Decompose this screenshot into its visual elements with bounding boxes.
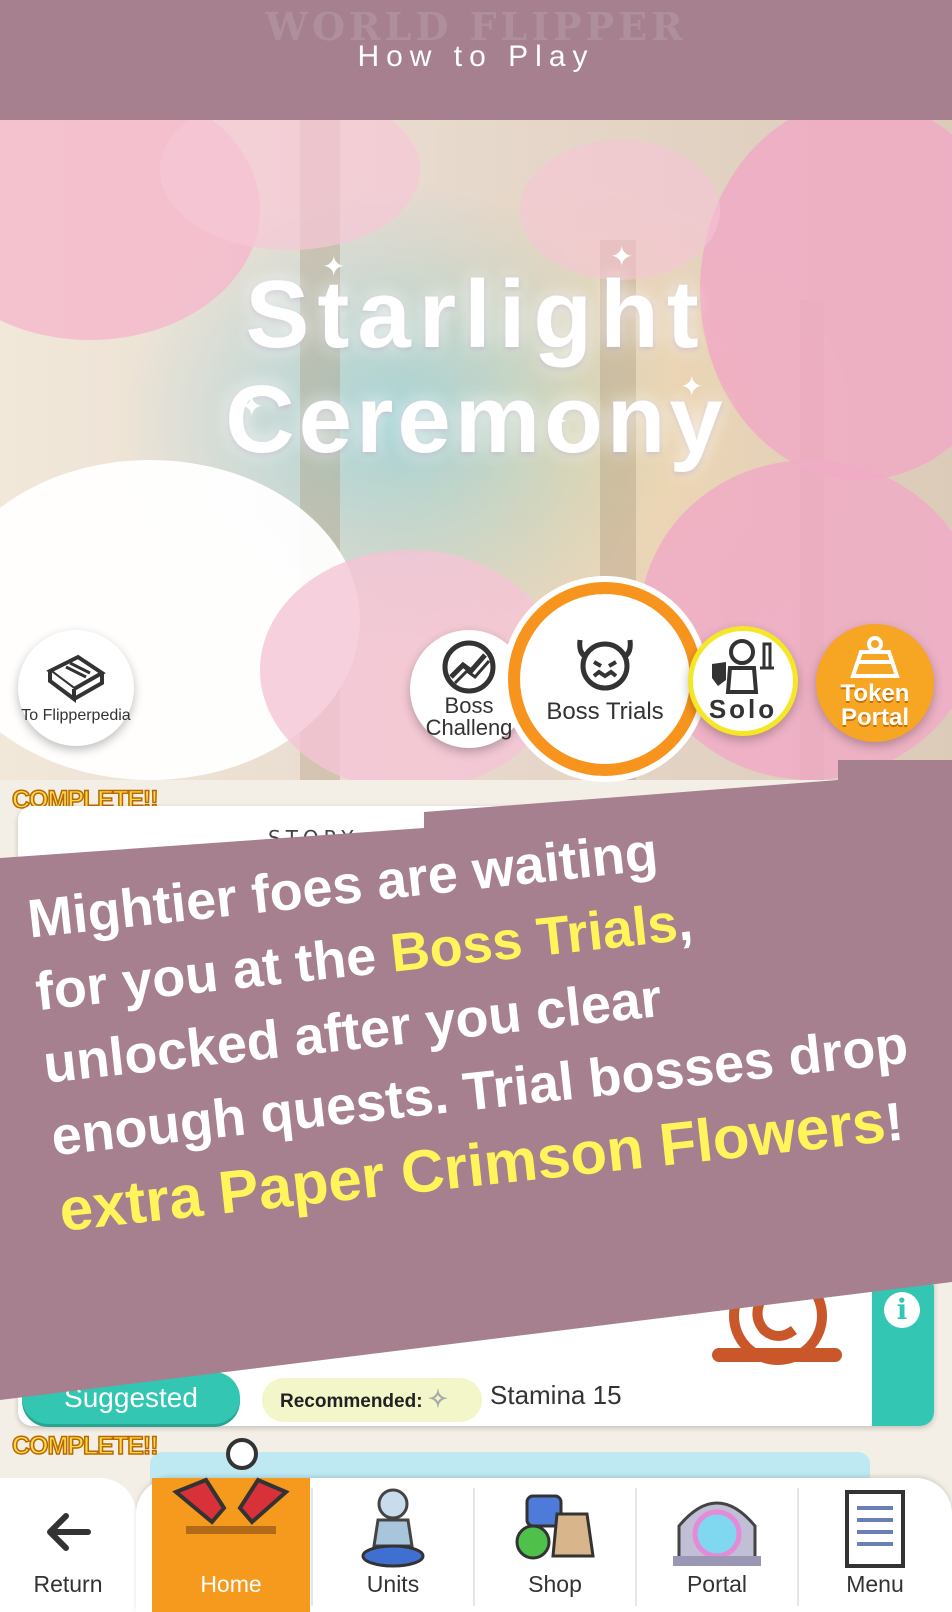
portal-label: Portal bbox=[686, 1571, 748, 1597]
token-portal-label: Token Portal bbox=[840, 680, 910, 731]
token-bag-icon bbox=[850, 636, 900, 678]
shop-items-icon bbox=[515, 1494, 595, 1560]
nav-shop[interactable]: Shop bbox=[474, 1478, 636, 1612]
sparkle-icon: ✦ bbox=[610, 240, 634, 273]
flipper-home-icon bbox=[172, 1438, 290, 1534]
unit-figure-icon bbox=[361, 1488, 425, 1568]
complete-badge: COMPLETE!! bbox=[11, 1431, 159, 1461]
sparkle-icon: ✦ bbox=[545, 405, 569, 438]
knight-with-shield-and-sword-icon bbox=[712, 638, 774, 694]
solo-button[interactable]: Solo bbox=[688, 626, 798, 736]
stamina-cost: Stamina 15 bbox=[490, 1380, 622, 1410]
return-label: Return bbox=[33, 1571, 103, 1597]
recommended-element-tag: Recommended: ✧ bbox=[262, 1378, 482, 1422]
boss-trials-label: Boss Trials bbox=[546, 698, 664, 725]
sparkle-icon: ✧ bbox=[427, 1386, 448, 1413]
nav-home[interactable]: Home bbox=[152, 1438, 310, 1612]
nav-menu[interactable]: Menu bbox=[798, 1478, 952, 1612]
token-portal-button[interactable]: Token Portal bbox=[816, 624, 934, 742]
event-logo-line2: Ceremony bbox=[225, 366, 727, 473]
return-button[interactable]: Return bbox=[0, 1478, 136, 1612]
menu-label: Menu bbox=[846, 1571, 904, 1597]
header-bar: WORLD FLIPPER How to Play bbox=[0, 0, 952, 120]
sparkle-icon: ✦ bbox=[240, 390, 264, 423]
back-arrow-icon bbox=[47, 1513, 91, 1551]
rising-graph-icon bbox=[442, 640, 496, 694]
home-label: Home bbox=[200, 1571, 262, 1597]
to-flipperpedia-button[interactable]: To Flipperpedia bbox=[18, 630, 134, 746]
units-label: Units bbox=[366, 1571, 420, 1597]
recommended-label: Recommended: bbox=[280, 1391, 423, 1412]
demon-face-icon bbox=[577, 639, 633, 691]
page-title: How to Play bbox=[357, 40, 595, 73]
menu-list-icon bbox=[845, 1490, 905, 1568]
info-icon[interactable]: i bbox=[884, 1292, 920, 1328]
sparkle-icon: ✦ bbox=[680, 370, 704, 403]
bottom-navigation: Return Home Units Shop Portal Menu bbox=[0, 1438, 952, 1612]
boss-trials-button[interactable]: Boss Trials bbox=[540, 614, 670, 744]
sparkle-icon: ✦ bbox=[322, 250, 346, 283]
portal-gate-icon bbox=[673, 1501, 761, 1566]
flipperpedia-label: To Flipperpedia bbox=[21, 707, 131, 724]
event-logo-line1: Starlight bbox=[245, 261, 707, 368]
book-icon bbox=[46, 654, 106, 703]
solo-label: Solo bbox=[708, 693, 778, 724]
shop-label: Shop bbox=[528, 1571, 582, 1597]
nav-units[interactable]: Units bbox=[312, 1478, 474, 1612]
nav-portal[interactable]: Portal bbox=[636, 1478, 798, 1612]
